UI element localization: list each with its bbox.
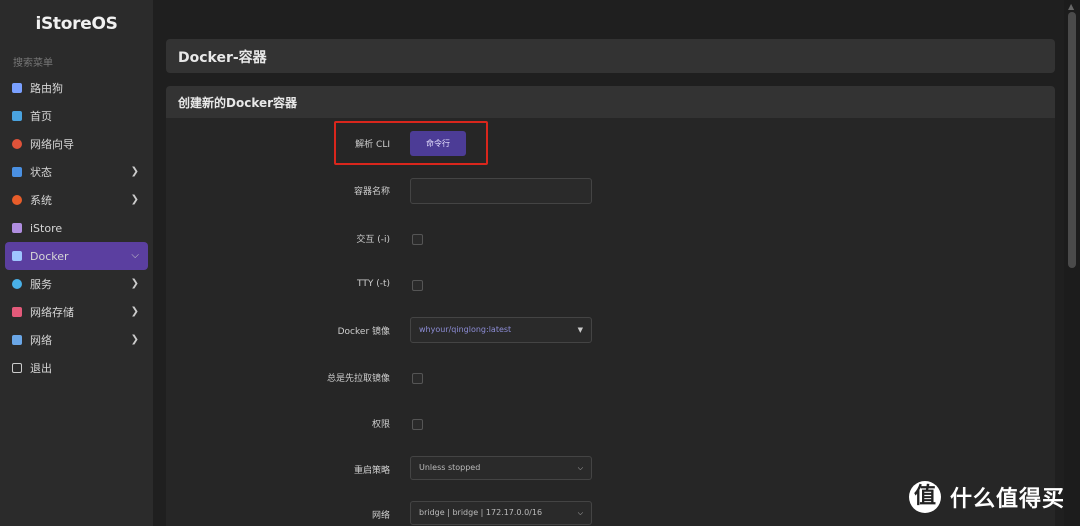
highlight-box [334,121,488,165]
restart-policy-value: Unless stopped [419,463,481,472]
sidebar-item-status[interactable]: 状态 ❯ [0,158,153,186]
sidebar-item-label: 状态 [30,166,52,179]
docker-image-label: Docker 镜像 [337,327,390,337]
sidebar-item-logout[interactable]: 退出 [0,354,153,382]
container-name-input[interactable] [410,178,592,204]
sidebar-item-label: 网络向导 [30,138,74,151]
network-select[interactable]: bridge | bridge | 172.17.0.0/16 ⌵ [410,501,592,525]
restart-policy-label: 重启策略 [353,466,390,476]
chevron-down-icon: ⌵ [577,464,583,472]
sidebar-item-label: 服务 [30,278,52,291]
network-icon [12,335,22,345]
sidebar-item-network-storage[interactable]: 网络存储 ❯ [0,298,153,326]
chevron-right-icon: ❯ [130,306,139,317]
privileged-checkbox[interactable] [412,419,423,430]
scrollbar[interactable]: ▲ [1064,0,1080,526]
sidebar-item-label: iStore [30,221,63,235]
sidebar-item-label: 网络存储 [30,306,74,319]
cube-icon [12,83,22,93]
section-title: 创建新的Docker容器 [178,96,298,110]
wizard-icon [12,139,22,149]
interactive-label: 交互 (-i) [356,235,390,245]
grid-icon [12,167,22,177]
chevron-right-icon: ❯ [130,278,139,289]
section-header: 创建新的Docker容器 [166,86,1055,118]
sidebar-item-router-dog[interactable]: 路由狗 [0,74,153,102]
caret-down-icon: ▼ [577,326,583,334]
tty-label: TTY (-t) [357,279,390,289]
sidebar-item-services[interactable]: 服务 ❯ [0,270,153,298]
privileged-label: 权限 [371,420,390,430]
gear-icon [12,195,22,205]
sidebar-item-label: Docker [30,249,69,263]
sidebar-nav: 路由狗 首页 网络向导 状态 ❯ 系统 ❯ iStore Docker ⌵ 服务… [0,74,153,382]
container-name-label: 容器名称 [353,187,390,197]
sidebar-item-network-wizard[interactable]: 网络向导 [0,130,153,158]
sidebar-item-label: 路由狗 [30,82,63,95]
docker-image-value: whyour/qinglong:latest [419,325,512,334]
sidebar-item-home[interactable]: 首页 [0,102,153,130]
sidebar-item-label: 退出 [30,362,52,375]
always-pull-checkbox[interactable] [412,373,423,384]
chevron-right-icon: ❯ [130,194,139,205]
scrollbar-thumb[interactable] [1068,12,1076,268]
interactive-checkbox[interactable] [412,234,423,245]
page-title: Docker-容器 [178,50,267,66]
always-pull-label: 总是先拉取镜像 [326,374,390,384]
sidebar-item-label: 系统 [30,194,52,207]
chevron-right-icon: ❯ [130,166,139,177]
chevron-right-icon: ❯ [130,334,139,345]
dashboard-icon [12,111,22,121]
scroll-up-arrow-icon[interactable]: ▲ [1068,2,1074,11]
restart-policy-select[interactable]: Unless stopped ⌵ [410,456,592,480]
sidebar-item-system[interactable]: 系统 ❯ [0,186,153,214]
sidebar-item-label: 首页 [30,110,52,123]
services-icon [12,279,22,289]
watermark-logo: 值 [909,481,941,513]
watermark-text: 什么值得买 [950,487,1066,512]
sidebar-item-network[interactable]: 网络 ❯ [0,326,153,354]
logout-icon [12,363,22,373]
storage-icon [12,307,22,317]
sidebar-item-istore[interactable]: iStore [0,214,153,242]
sidebar-item-docker[interactable]: Docker ⌵ [5,242,148,270]
store-icon [12,223,22,233]
network-label: 网络 [371,511,390,521]
brand-logo: iStoreOS [35,14,118,34]
sidebar-item-label: 网络 [30,334,52,347]
docker-icon [12,251,22,261]
form-body [166,118,1055,526]
sidebar: iStoreOS 搜索菜单 路由狗 首页 网络向导 状态 ❯ 系统 ❯ iSto… [0,0,153,526]
tty-checkbox[interactable] [412,280,423,291]
chevron-down-icon: ⌵ [577,509,583,517]
docker-image-select[interactable]: whyour/qinglong:latest ▼ [410,317,592,343]
search-menu-input[interactable]: 搜索菜单 [13,54,53,69]
chevron-down-icon: ⌵ [131,250,139,261]
watermark: 值 什么值得买 [909,481,1065,513]
page-title-bar: Docker-容器 [166,39,1055,73]
network-value: bridge | bridge | 172.17.0.0/16 [419,508,543,517]
